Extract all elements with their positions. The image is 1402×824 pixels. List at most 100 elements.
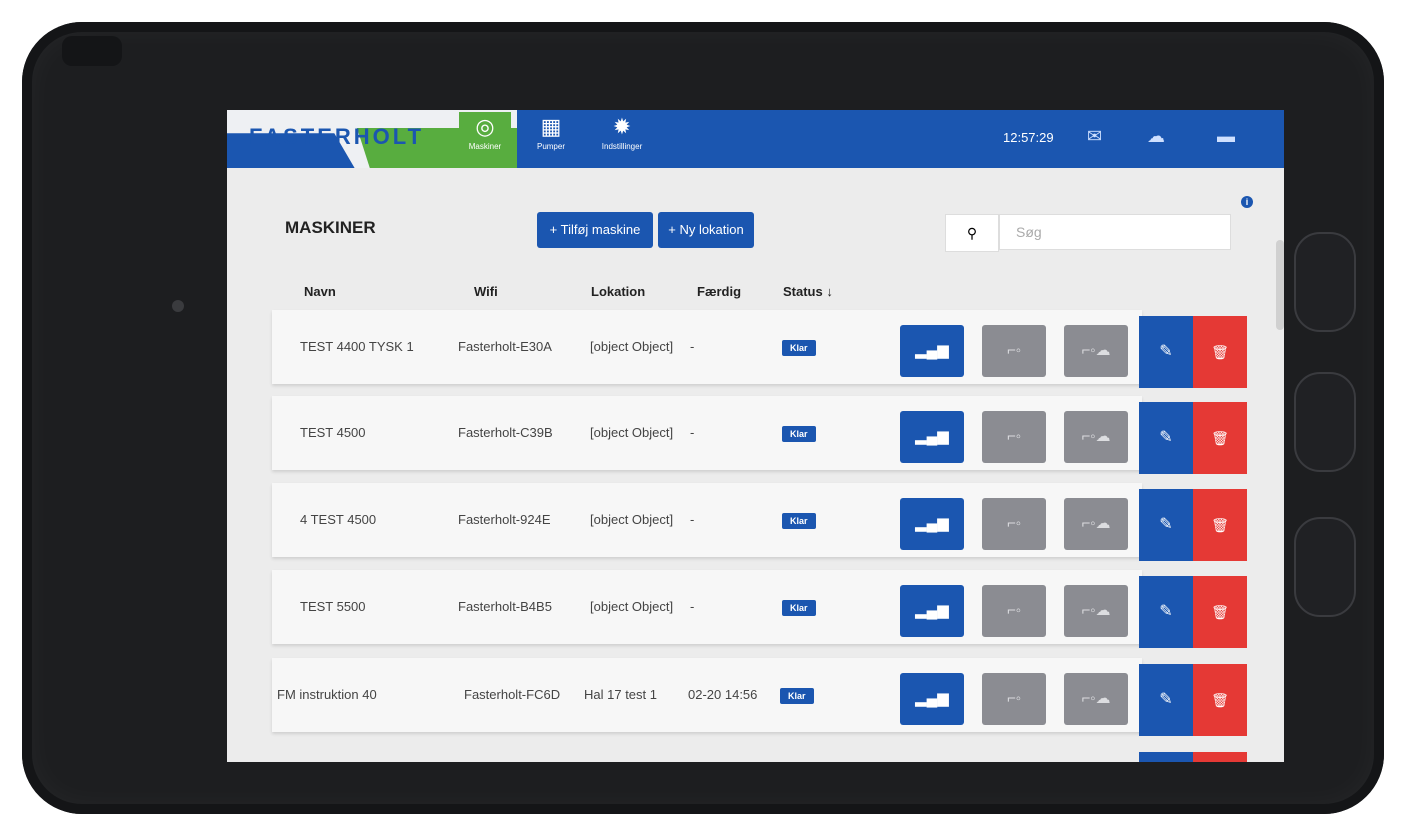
transmit-button[interactable]: ⌐◦ — [982, 325, 1046, 377]
column-header-wifi[interactable]: Wifi — [474, 284, 498, 299]
antenna-cloud-icon: ⌐◦☁ — [1081, 342, 1111, 359]
status-badge: Klar — [780, 688, 814, 704]
transmit-button[interactable]: ⌐◦ — [982, 498, 1046, 550]
signal-button[interactable]: ▂▄▆ — [900, 411, 964, 463]
delete-button[interactable]: 🗑 — [1193, 402, 1247, 474]
row-done: - — [690, 512, 695, 527]
new-location-button[interactable]: + Ny lokation — [658, 212, 754, 248]
grid-icon: ▦ — [540, 114, 562, 139]
tablet-device: FASTERHOLT ◎ Maskiner ▦ Pumper ✹ Indstil… — [22, 22, 1384, 814]
transmit-button[interactable]: ⌐◦ — [982, 673, 1046, 725]
edit-button[interactable]: ✎ — [1139, 489, 1193, 561]
status-badge: Klar — [782, 600, 816, 616]
row-location: [object Object] — [590, 599, 674, 614]
trash-icon: 🗑 — [1211, 430, 1229, 446]
status-badge: Klar — [782, 340, 816, 356]
hardware-button-top — [1294, 232, 1356, 332]
mail-icon[interactable]: ✉ — [1087, 126, 1102, 147]
row-name: TEST 4500 — [300, 425, 366, 440]
delete-button[interactable]: 🗑 — [1193, 489, 1247, 561]
edit-button[interactable]: ✎ — [1139, 576, 1193, 648]
search-input[interactable] — [999, 214, 1231, 250]
signal-icon: ▂▄▆ — [915, 428, 949, 445]
column-header-done[interactable]: Færdig — [697, 284, 741, 299]
cloud-sync-button[interactable]: ⌐◦☁ — [1064, 498, 1128, 550]
column-header-status[interactable]: Status ↓ — [783, 284, 833, 299]
antenna-icon: ⌐◦ — [1006, 515, 1022, 532]
transmit-button[interactable]: ⌐◦ — [982, 585, 1046, 637]
clock: 12:57:29 — [1003, 130, 1054, 145]
cloud-icon[interactable]: ☁ — [1147, 126, 1165, 147]
logo: FASTERHOLT — [249, 124, 425, 149]
antenna-cloud-icon: ⌐◦☁ — [1081, 428, 1111, 445]
cloud-sync-button[interactable]: ⌐◦☁ — [1064, 585, 1128, 637]
column-header-location[interactable]: Lokation — [591, 284, 645, 299]
tablet-bumper — [62, 36, 122, 66]
top-bar: FASTERHOLT ◎ Maskiner ▦ Pumper ✹ Indstil… — [227, 110, 1284, 168]
delete-button[interactable]: 🗑 — [1193, 316, 1247, 388]
transmit-button[interactable]: ⌐◦ — [982, 411, 1046, 463]
row-location: [object Object] — [590, 425, 674, 440]
signal-button[interactable]: ▂▄▆ — [900, 673, 964, 725]
edit-button[interactable]: ✎ — [1139, 664, 1193, 736]
row-name: FM instruktion 40 — [277, 687, 377, 702]
edit-button[interactable]: ✎ — [1139, 316, 1193, 388]
add-machine-button[interactable]: + Tilføj maskine — [537, 212, 653, 248]
status-badge: Klar — [782, 426, 816, 442]
signal-button[interactable]: ▂▄▆ — [900, 585, 964, 637]
gauge-icon: ◎ — [475, 114, 495, 139]
pencil-icon: ✎ — [1159, 343, 1173, 360]
status-badge: Klar — [782, 513, 816, 529]
antenna-cloud-icon: ⌐◦☁ — [1081, 515, 1111, 532]
row-done: - — [690, 425, 695, 440]
signal-icon: ▂▄▆ — [915, 690, 949, 707]
antenna-icon: ⌐◦ — [1006, 602, 1022, 619]
signal-button[interactable]: ▂▄▆ — [900, 498, 964, 550]
nav-indstillinger[interactable]: ✹ Indstillinger — [591, 112, 653, 166]
pencil-icon: ✎ — [1159, 691, 1173, 708]
hardware-button-bottom — [1294, 517, 1356, 617]
trash-icon: 🗑 — [1211, 604, 1229, 620]
signal-icon: ▂▄▆ — [915, 342, 949, 359]
trash-icon: 🗑 — [1211, 692, 1229, 708]
nav-label: Maskiner — [468, 142, 502, 151]
machine-icon[interactable]: ▬ — [1217, 126, 1235, 147]
row-name: TEST 5500 — [300, 599, 366, 614]
nav-maskiner[interactable]: ◎ Maskiner — [459, 112, 511, 166]
nav-label: Pumper — [536, 142, 565, 151]
trash-icon: 🗑 — [1211, 517, 1229, 533]
delete-button-partial[interactable] — [1193, 752, 1247, 762]
signal-button[interactable]: ▂▄▆ — [900, 325, 964, 377]
row-done: - — [690, 599, 695, 614]
delete-button[interactable]: 🗑 — [1193, 664, 1247, 736]
delete-button[interactable]: 🗑 — [1193, 576, 1247, 648]
scrollbar[interactable] — [1276, 240, 1284, 330]
row-name: 4 TEST 4500 — [300, 512, 377, 527]
row-name: TEST 4400 TYSK 1 — [300, 339, 414, 354]
hardware-button-middle — [1294, 372, 1356, 472]
cloud-sync-button[interactable]: ⌐◦☁ — [1064, 325, 1128, 377]
pencil-icon: ✎ — [1159, 516, 1173, 533]
pencil-icon: ✎ — [1159, 429, 1173, 446]
edit-button[interactable]: ✎ — [1139, 402, 1193, 474]
edit-button-partial[interactable] — [1139, 752, 1193, 762]
app-screen: FASTERHOLT ◎ Maskiner ▦ Pumper ✹ Indstil… — [227, 110, 1284, 762]
antenna-icon: ⌐◦ — [1006, 428, 1022, 445]
cloud-sync-button[interactable]: ⌐◦☁ — [1064, 673, 1128, 725]
antenna-icon: ⌐◦ — [1006, 342, 1022, 359]
row-location: [object Object] — [590, 512, 674, 527]
page-title: MASKINER — [285, 218, 376, 237]
row-wifi: Fasterholt-E30A — [458, 339, 552, 354]
pencil-icon: ✎ — [1159, 603, 1173, 620]
nav-pumper[interactable]: ▦ Pumper — [525, 112, 577, 166]
antenna-icon: ⌐◦ — [1006, 690, 1022, 707]
search-button[interactable]: ⚲ — [945, 214, 999, 252]
info-icon[interactable]: i — [1241, 196, 1253, 208]
trash-icon: 🗑 — [1211, 344, 1229, 360]
row-wifi: Fasterholt-B4B5 — [458, 599, 552, 614]
gear-icon: ✹ — [612, 114, 632, 139]
cloud-sync-button[interactable]: ⌐◦☁ — [1064, 411, 1128, 463]
column-header-name[interactable]: Navn — [304, 284, 336, 299]
row-done: 02-20 14:56 — [688, 687, 758, 702]
nav-label: Indstillinger — [601, 142, 643, 151]
